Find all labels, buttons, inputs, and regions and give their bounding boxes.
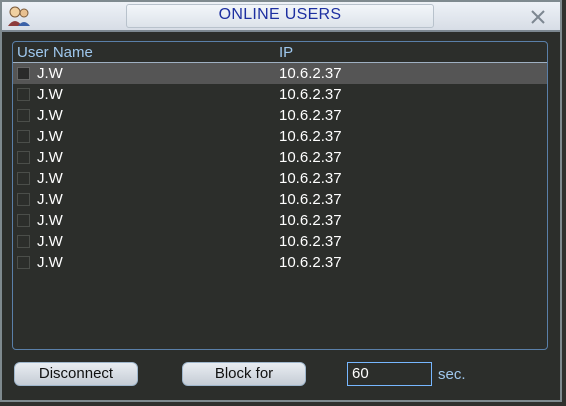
ip-cell: 10.6.2.37: [279, 65, 342, 82]
table-row[interactable]: J.W 10.6.2.37: [13, 252, 547, 273]
title-bar: ONLINE USERS: [2, 2, 560, 32]
ip-cell: 10.6.2.37: [279, 212, 342, 229]
ip-cell: 10.6.2.37: [279, 233, 342, 250]
online-users-dialog: ONLINE USERS User Name IP J.W 10.6.2.37 J.…: [0, 0, 562, 402]
table-row[interactable]: J.W 10.6.2.37: [13, 147, 547, 168]
ip-cell: 10.6.2.37: [279, 254, 342, 271]
block-for-button[interactable]: Block for: [182, 362, 306, 386]
table-row[interactable]: J.W 10.6.2.37: [13, 189, 547, 210]
user-name-cell: J.W: [37, 233, 63, 250]
column-header-user-name: User Name: [17, 44, 93, 61]
row-checkbox[interactable]: [17, 88, 30, 101]
column-header-ip: IP: [279, 44, 294, 61]
ip-cell: 10.6.2.37: [279, 128, 342, 145]
block-duration-input[interactable]: 60: [347, 362, 432, 386]
online-users-list: User Name IP J.W 10.6.2.37 J.W 10.6.2.37 J.W…: [12, 41, 548, 350]
row-checkbox[interactable]: [17, 109, 30, 122]
ip-cell: 10.6.2.37: [279, 86, 342, 103]
user-name-cell: J.W: [37, 107, 63, 124]
row-checkbox[interactable]: [17, 235, 30, 248]
ip-cell: 10.6.2.37: [279, 191, 342, 208]
row-checkbox[interactable]: [17, 214, 30, 227]
ip-cell: 10.6.2.37: [279, 170, 342, 187]
duration-unit: sec.: [438, 366, 466, 383]
user-name-cell: J.W: [37, 149, 63, 166]
user-name-cell: J.W: [37, 86, 63, 103]
table-row[interactable]: J.W 10.6.2.37: [13, 63, 547, 84]
row-checkbox[interactable]: [17, 67, 30, 80]
row-checkbox[interactable]: [17, 130, 30, 143]
users-icon: [8, 6, 30, 26]
table-row[interactable]: J.W 10.6.2.37: [13, 126, 547, 147]
row-checkbox[interactable]: [17, 193, 30, 206]
row-checkbox[interactable]: [17, 256, 30, 269]
ip-cell: 10.6.2.37: [279, 149, 342, 166]
table-row[interactable]: J.W 10.6.2.37: [13, 168, 547, 189]
user-name-cell: J.W: [37, 170, 63, 187]
dialog-title: ONLINE USERS: [218, 6, 342, 23]
user-name-cell: J.W: [37, 65, 63, 82]
ip-cell: 10.6.2.37: [279, 107, 342, 124]
user-name-cell: J.W: [37, 128, 63, 145]
row-checkbox[interactable]: [17, 172, 30, 185]
user-name-cell: J.W: [37, 191, 63, 208]
user-name-cell: J.W: [37, 254, 63, 271]
user-name-cell: J.W: [37, 212, 63, 229]
disconnect-button[interactable]: Disconnect: [14, 362, 138, 386]
row-checkbox[interactable]: [17, 151, 30, 164]
table-row[interactable]: J.W 10.6.2.37: [13, 210, 547, 231]
close-icon[interactable]: [527, 6, 549, 28]
table-row[interactable]: J.W 10.6.2.37: [13, 231, 547, 252]
table-row[interactable]: J.W 10.6.2.37: [13, 84, 547, 105]
table-row[interactable]: J.W 10.6.2.37: [13, 105, 547, 126]
list-header: User Name IP: [13, 42, 547, 63]
